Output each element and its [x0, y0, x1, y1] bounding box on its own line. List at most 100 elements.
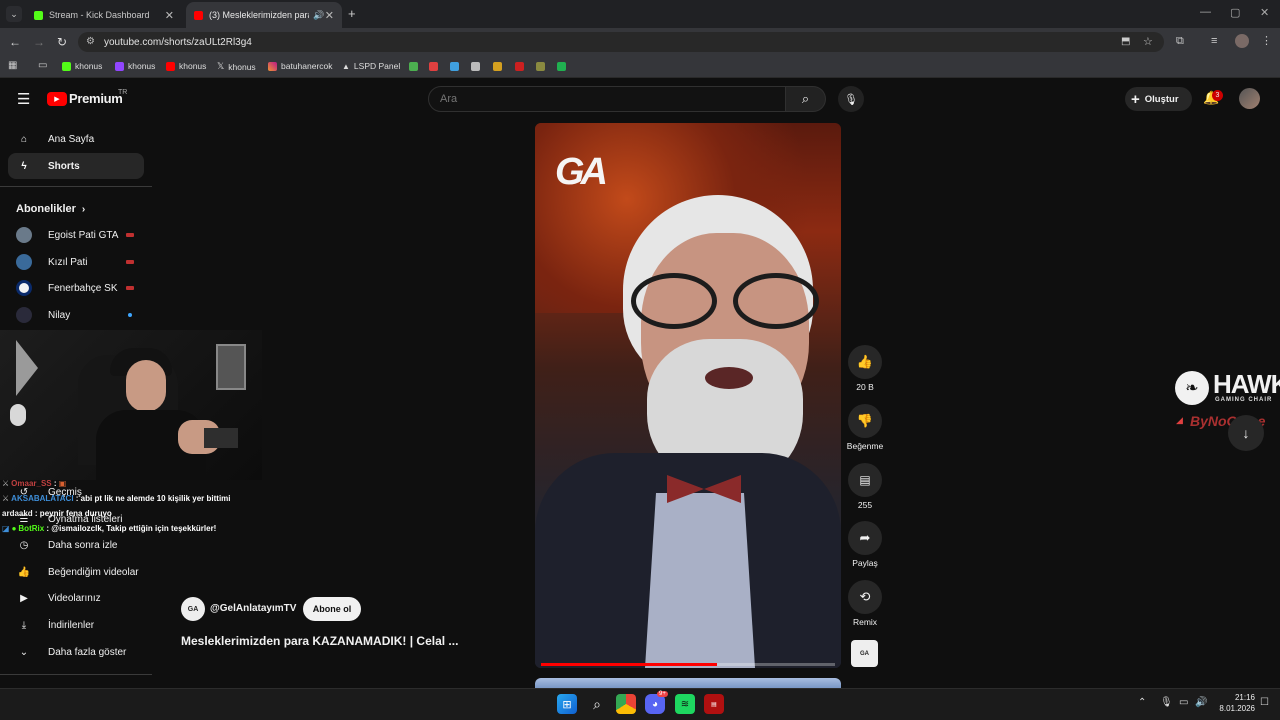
app-icon[interactable]: ▤ [704, 694, 724, 714]
minimize-button[interactable]: — [1200, 6, 1211, 18]
chat-message: : abi pt lik ne alemde 10 kişilik yer bi… [75, 494, 231, 503]
dislike-button[interactable]: 👎 [848, 404, 882, 438]
subscription-egoist-pati-gta[interactable]: Egoist Pati GTA [8, 222, 144, 248]
speaker-icon[interactable]: 🔊 [313, 10, 324, 21]
kick-icon [62, 61, 71, 71]
sidebar-item-your-videos[interactable]: ▶ Videolarınız [8, 585, 144, 611]
tab-kick-dashboard[interactable]: Stream - Kick Dashboard ✕ [26, 2, 182, 28]
notification-center-icon[interactable]: ☐ [1260, 697, 1269, 708]
subscription-fenerbahce-sk[interactable]: Fenerbahçe SK [8, 275, 144, 301]
streamer-webcam [0, 330, 262, 480]
bookmark-lspd[interactable]: ▲ LSPD Panel [342, 61, 400, 71]
account-avatar[interactable] [1239, 88, 1260, 109]
chat-username: Omaar_SS [11, 479, 52, 488]
remix-button[interactable]: ⟲ [848, 580, 882, 614]
chevron-down-icon: ⌄ [19, 646, 29, 658]
bookmark-icon-4[interactable] [471, 62, 480, 71]
short-title[interactable]: Mesleklerimizden para KAZANAMADIK! | Cel… [181, 634, 458, 648]
create-button[interactable]: + Oluştur [1125, 87, 1192, 111]
hamburger-menu-icon[interactable]: ☰ [17, 90, 30, 108]
close-window-button[interactable]: ✕ [1260, 6, 1269, 19]
bookmark-icon-5[interactable] [493, 62, 502, 71]
video-progress-bar[interactable] [541, 663, 835, 666]
sponsor-brand: HAWK [1213, 369, 1280, 399]
bookmark-icon-1[interactable] [409, 62, 418, 71]
sound-thumbnail[interactable]: GA [851, 640, 878, 667]
back-icon[interactable]: ← [9, 35, 21, 49]
spotify-icon[interactable]: ≋ [675, 694, 695, 714]
url-text[interactable]: youtube.com/shorts/zaULt2Rl3g4 [104, 37, 252, 48]
bookmark-icon-7[interactable] [536, 62, 545, 71]
chat-message: : @ismailozclk, Takip ettiğin için teşek… [46, 524, 217, 533]
bookmark-x[interactable]: 𝕏khonus [217, 61, 256, 72]
like-button[interactable]: 👍 [848, 345, 882, 379]
search-button[interactable]: ⌕ [786, 86, 826, 112]
tab-youtube-short[interactable]: (3) Mesleklerimizden para K 🔊 ✕ [186, 2, 342, 28]
subscription-nilay[interactable]: Nilay [8, 302, 144, 328]
maximize-button[interactable]: ▢ [1230, 6, 1240, 19]
extensions-icon[interactable]: ⧉ [1176, 35, 1184, 48]
bookmark-instagram[interactable]: batuhanercok [268, 61, 333, 71]
dislike-label: Beğenme [846, 441, 884, 451]
channel-avatar [16, 280, 32, 296]
bookmark-twitch[interactable]: khonus [115, 61, 155, 71]
sidebar-item-show-more[interactable]: ⌄ Daha fazla göster [8, 639, 144, 665]
next-video-button[interactable]: ↓ [1228, 415, 1264, 451]
apps-grid-icon[interactable]: ▦ [8, 60, 17, 71]
browser-menu-icon[interactable]: ⋮ [1261, 34, 1272, 47]
close-icon[interactable]: ✕ [165, 9, 174, 22]
reload-icon[interactable]: ↻ [57, 35, 67, 49]
youtube-logo-text[interactable]: Premium [69, 91, 123, 106]
wall-poster [216, 344, 246, 390]
share-button[interactable]: ➦ [848, 521, 882, 555]
tab-search-button[interactable]: ⌄ [6, 6, 22, 22]
search-icon[interactable]: ⌕ [587, 694, 607, 714]
network-icon[interactable]: ▭ [1179, 697, 1188, 708]
search-input[interactable] [428, 86, 786, 112]
volume-icon[interactable]: 🔊 [1195, 697, 1207, 708]
shorts-video-player[interactable]: GA [535, 123, 841, 668]
subscribe-button[interactable]: Abone ol [303, 597, 361, 621]
channel-handle[interactable]: @GelAnlatayımTV [210, 603, 296, 614]
chevron-up-icon[interactable]: ⌃ [1138, 697, 1146, 708]
forward-icon[interactable]: → [33, 35, 45, 49]
install-icon[interactable]: ⬒ [1121, 36, 1130, 47]
microphone-icon[interactable]: 🎙 [1160, 697, 1173, 708]
channel-avatar[interactable]: GA [181, 597, 205, 621]
bookmark-youtube[interactable]: khonus [166, 61, 206, 71]
new-tab-button[interactable]: + [348, 6, 356, 21]
chevron-right-icon: › [81, 203, 86, 215]
media-control-icon[interactable]: ≡ [1211, 35, 1217, 47]
bookmark-icon-3[interactable] [450, 62, 459, 71]
bookmark-icon-2[interactable] [429, 62, 438, 71]
region-code: TR [118, 89, 128, 96]
windows-start-icon[interactable]: ⊞ [557, 694, 577, 714]
discord-icon[interactable]: ◕ [645, 694, 665, 714]
glasses-left-lens [631, 273, 717, 329]
shelf-items [204, 428, 238, 448]
profile-avatar[interactable] [1235, 34, 1249, 48]
clock-time[interactable]: 21:16 [1213, 693, 1255, 702]
bookmark-icon-8[interactable] [557, 62, 566, 71]
close-icon[interactable]: ✕ [325, 9, 334, 22]
bookmark-kick[interactable]: khonus [62, 61, 102, 71]
comments-button[interactable]: ▤ [848, 463, 882, 497]
bookmark-icon-6[interactable] [515, 62, 524, 71]
subscriptions-heading[interactable]: Abonelikler › [16, 203, 85, 215]
sidebar-item-liked-videos[interactable]: 👍 Beğendiğim videolar [8, 559, 144, 585]
sidebar-item-downloads[interactable]: ⤓ İndirilenler [8, 612, 144, 638]
subscription-kizil-pati[interactable]: Kızıl Pati [8, 249, 144, 275]
channel-watermark: GA [555, 151, 608, 193]
youtube-logo-icon[interactable]: ▶ [47, 92, 67, 106]
voice-search-button[interactable]: 🎙 [838, 86, 864, 112]
clock-date[interactable]: 8.01.2026 [1209, 704, 1255, 713]
sidebar-item-shorts[interactable]: ϟ Shorts [8, 153, 144, 179]
folder-icon[interactable]: ▭ [38, 60, 47, 71]
stream-chat-overlay: ⚔ Omaar_SS : ▣ ⚔ AKSABALATACI : abi pt lik… [2, 479, 231, 533]
bookmark-star-icon[interactable]: ☆ [1143, 35, 1153, 48]
site-info-icon[interactable]: ⚙ [86, 36, 95, 47]
video-icon: ▶ [20, 592, 28, 604]
chrome-icon[interactable] [616, 694, 636, 714]
sidebar-item-home[interactable]: ⌂ Ana Sayfa [8, 126, 144, 152]
plus-icon: + [1131, 90, 1140, 108]
